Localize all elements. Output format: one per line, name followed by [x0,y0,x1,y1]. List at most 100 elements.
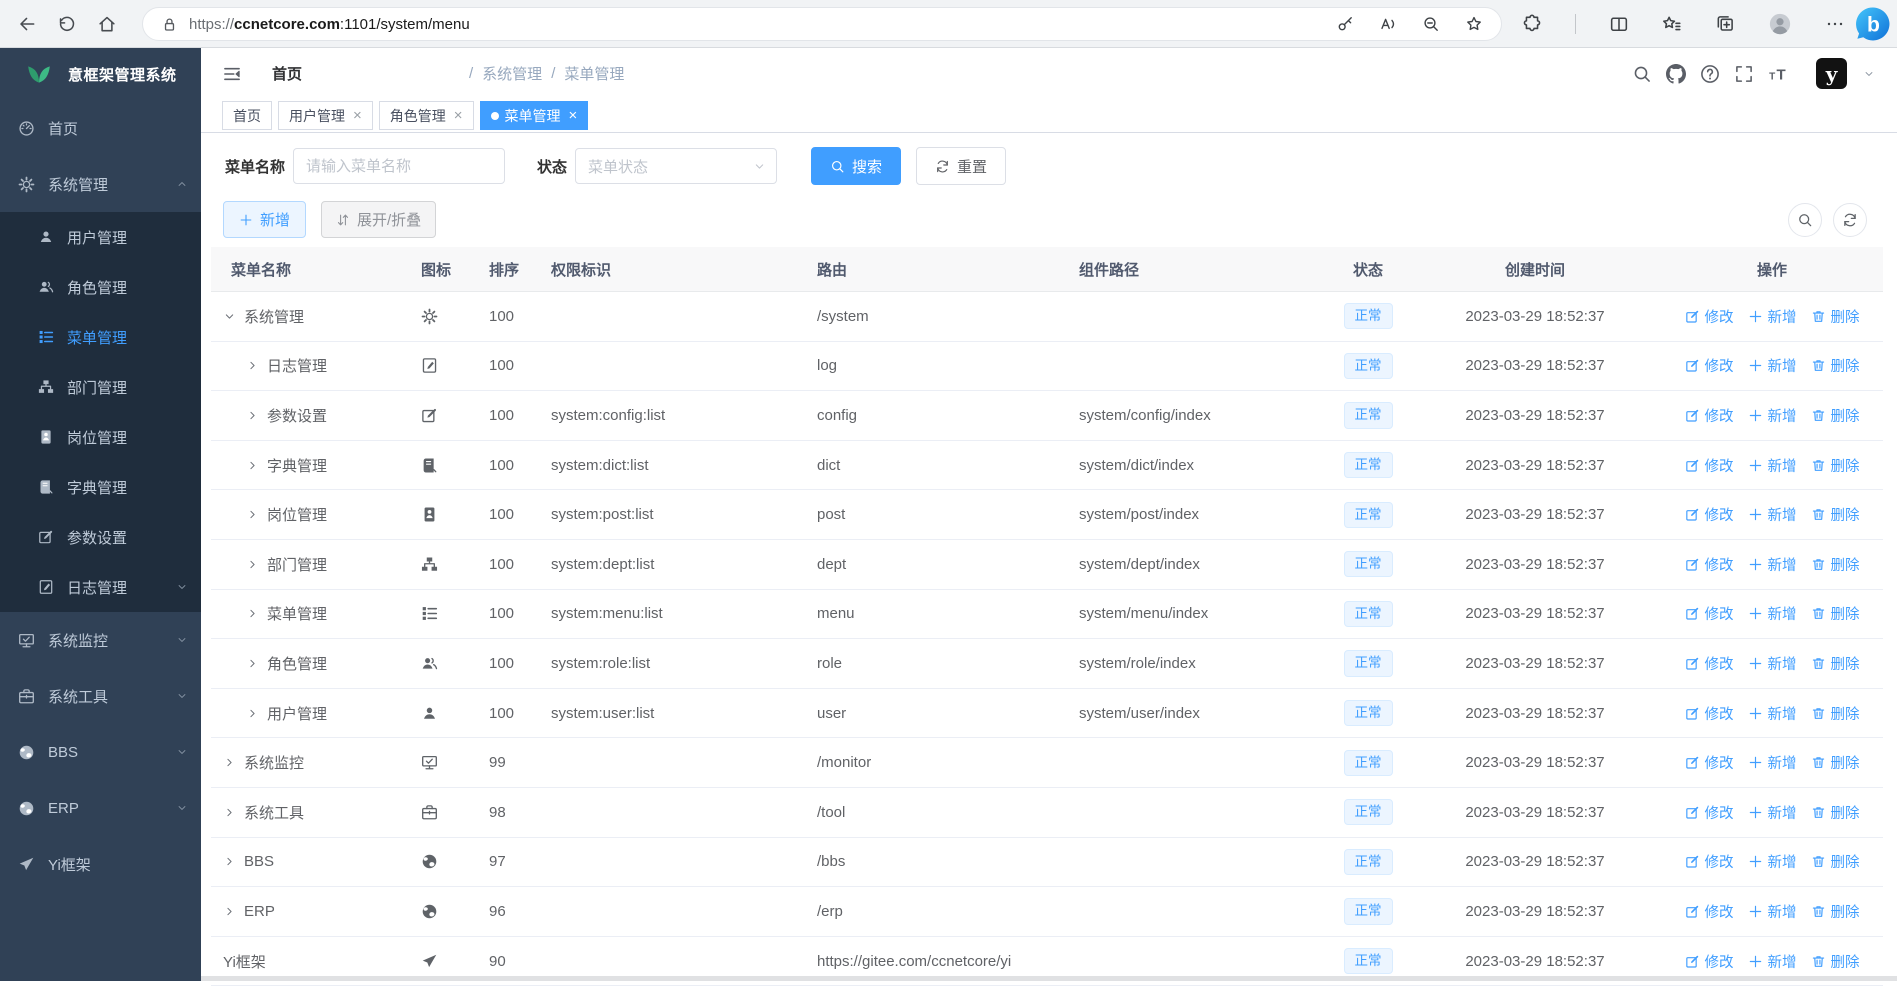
edit-link[interactable]: 修改 [1685,653,1734,674]
delete-link[interactable]: 删除 [1811,703,1860,724]
breadcrumb-item[interactable]: 系统管理 [482,63,542,84]
add-link[interactable]: 新增 [1748,901,1797,922]
reset-button[interactable]: 重置 [916,147,1007,185]
extensions-icon[interactable] [1522,14,1542,34]
add-link[interactable]: 新增 [1748,752,1797,773]
delete-link[interactable]: 删除 [1811,901,1860,922]
sidebar-item-post-management[interactable]: 岗位管理 [0,412,201,462]
sidebar-item-yi-framework[interactable]: Yi框架 [0,836,201,892]
add-link[interactable]: 新增 [1748,455,1797,476]
menu-name-input[interactable] [293,148,506,184]
settings-menu-icon[interactable] [1825,14,1845,34]
back-button[interactable] [12,9,42,39]
edit-link[interactable]: 修改 [1685,355,1734,376]
add-button[interactable]: 新增 [223,201,307,238]
delete-link[interactable]: 删除 [1811,504,1860,525]
expand-row-icon[interactable] [246,459,259,472]
lock-icon[interactable] [161,16,178,33]
delete-link[interactable]: 删除 [1811,653,1860,674]
sidebar-item-system-tools[interactable]: 系统工具 [0,668,201,724]
avatar-caret-icon[interactable] [1863,68,1875,80]
delete-link[interactable]: 删除 [1811,355,1860,376]
refresh-table-button[interactable] [1833,202,1867,237]
delete-link[interactable]: 删除 [1811,603,1860,624]
add-link[interactable]: 新增 [1748,703,1797,724]
close-icon[interactable]: × [454,108,463,123]
tab-role-management[interactable]: 角色管理 × [378,101,474,130]
fullscreen-icon[interactable] [1734,64,1754,84]
github-icon[interactable] [1666,63,1686,84]
zoom-out-icon[interactable] [1422,15,1440,33]
tab-home[interactable]: 首页 [222,101,272,130]
delete-link[interactable]: 删除 [1811,851,1860,872]
profile-avatar-icon[interactable] [1768,12,1792,36]
show-search-button[interactable] [1788,202,1822,237]
add-link[interactable]: 新增 [1748,306,1797,327]
expand-row-icon[interactable] [223,806,236,819]
expand-row-icon[interactable] [246,707,259,720]
edit-link[interactable]: 修改 [1685,405,1734,426]
edit-link[interactable]: 修改 [1685,901,1734,922]
expand-row-icon[interactable] [246,409,259,422]
sidebar-item-role-management[interactable]: 角色管理 [0,262,201,312]
sidebar-item-erp[interactable]: ERP [0,780,201,836]
tab-user-management[interactable]: 用户管理 × [278,101,373,130]
help-icon[interactable] [1700,64,1720,84]
expand-row-icon[interactable] [223,756,236,769]
add-link[interactable]: 新增 [1748,653,1797,674]
search-icon[interactable] [1632,64,1652,84]
expand-row-icon[interactable] [223,855,236,868]
expand-row-icon[interactable] [223,905,236,918]
bing-chat-icon[interactable]: b [1854,5,1892,43]
sidebar-item-menu-management[interactable]: 菜单管理 [0,312,201,362]
refresh-button[interactable] [52,9,82,39]
breadcrumb-item[interactable]: 首页 [260,63,460,84]
password-key-icon[interactable] [1336,15,1354,33]
sidebar-item-user-management[interactable]: 用户管理 [0,212,201,262]
add-link[interactable]: 新增 [1748,504,1797,525]
close-icon[interactable]: × [353,108,362,123]
sidebar-item-dict-management[interactable]: 字典管理 [0,462,201,512]
horizontal-scrollbar[interactable] [201,976,1897,981]
add-link[interactable]: 新增 [1748,355,1797,376]
expand-row-icon[interactable] [246,359,259,372]
sidebar-item-param-settings[interactable]: 参数设置 [0,512,201,562]
address-bar[interactable]: https://ccnetcore.com:1101/system/menu [142,7,1502,41]
delete-link[interactable]: 删除 [1811,951,1860,972]
add-link[interactable]: 新增 [1748,554,1797,575]
read-aloud-icon[interactable] [1379,15,1397,33]
search-button[interactable]: 搜索 [811,147,902,185]
sidebar-item-home[interactable]: 首页 [0,100,201,156]
sidebar-fold-icon[interactable] [222,64,242,84]
expand-row-icon[interactable] [246,657,259,670]
add-link[interactable]: 新增 [1748,405,1797,426]
edit-link[interactable]: 修改 [1685,306,1734,327]
expand-collapse-button[interactable]: 展开/折叠 [321,201,437,238]
edit-link[interactable]: 修改 [1685,802,1734,823]
sidebar-item-system-monitor[interactable]: 系统监控 [0,612,201,668]
edit-link[interactable]: 修改 [1685,703,1734,724]
add-link[interactable]: 新增 [1748,802,1797,823]
edit-link[interactable]: 修改 [1685,455,1734,476]
add-link[interactable]: 新增 [1748,603,1797,624]
user-avatar[interactable]: y [1816,58,1847,89]
delete-link[interactable]: 删除 [1811,306,1860,327]
sidebar-item-dept-management[interactable]: 部门管理 [0,362,201,412]
font-size-icon[interactable]: TT [1768,64,1788,84]
delete-link[interactable]: 删除 [1811,752,1860,773]
edit-link[interactable]: 修改 [1685,752,1734,773]
edit-link[interactable]: 修改 [1685,951,1734,972]
delete-link[interactable]: 删除 [1811,554,1860,575]
close-icon[interactable]: × [569,108,578,123]
delete-link[interactable]: 删除 [1811,455,1860,476]
favorites-icon[interactable] [1662,14,1682,34]
edit-link[interactable]: 修改 [1685,851,1734,872]
collections-icon[interactable] [1715,14,1735,34]
edit-link[interactable]: 修改 [1685,504,1734,525]
edit-link[interactable]: 修改 [1685,603,1734,624]
edit-link[interactable]: 修改 [1685,554,1734,575]
sidebar-item-bbs[interactable]: BBS [0,724,201,780]
status-select[interactable]: 菜单状态 [575,148,778,184]
delete-link[interactable]: 删除 [1811,802,1860,823]
add-link[interactable]: 新增 [1748,851,1797,872]
